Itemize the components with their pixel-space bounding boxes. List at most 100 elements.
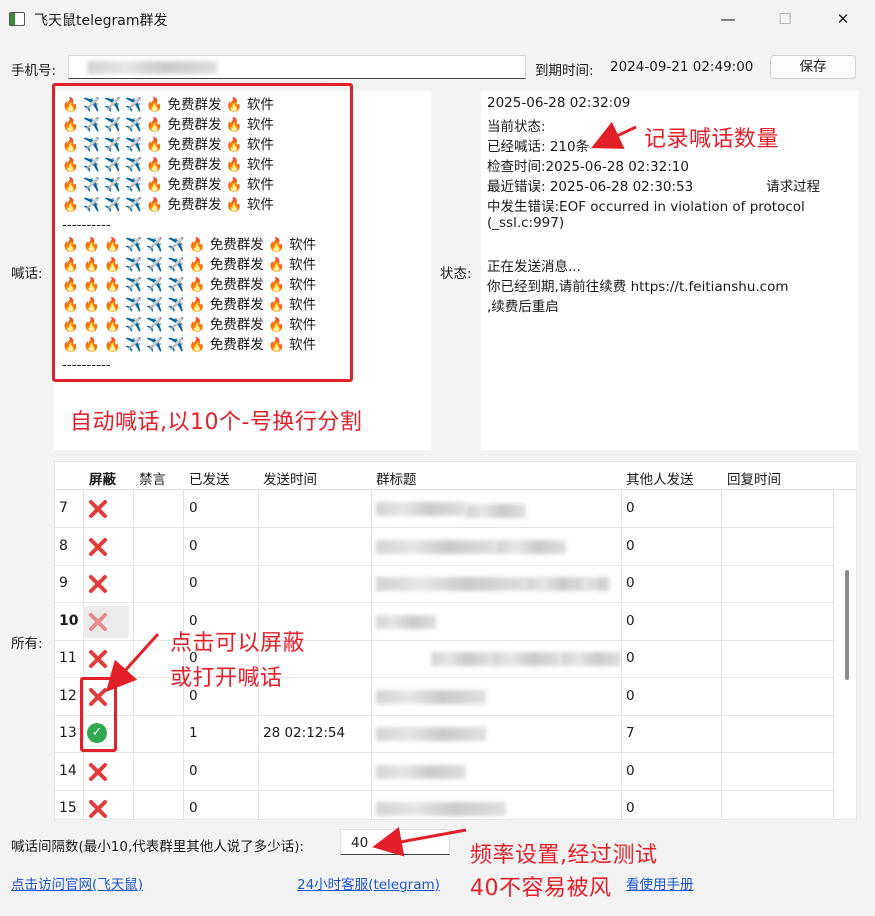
expire-label: 到期时间: [535,63,594,79]
save-button[interactable]: 保存 [770,55,856,79]
header-mute[interactable]: 禁言 [139,468,166,488]
send-time: 28 02:12:54 [263,725,346,741]
redacted-group-title [376,539,496,554]
status-line: 当前状态: [487,119,546,135]
status-line: 正在发送消息... [487,259,581,275]
redacted-group-title [496,539,566,554]
redacted-group-title [586,577,610,591]
annotation-freq-1: 频率设置,经过测试 [470,843,658,868]
row-number: 13 [59,725,77,741]
annotation-freq-2: 40不容易被风 [470,876,612,901]
sent-count: 0 [189,800,198,816]
others-sent: 0 [626,762,635,779]
status-line: 检查时间:2025-06-28 02:32:10 [487,159,689,175]
phone-input[interactable] [68,55,526,79]
redacted-group-title [466,504,526,518]
redacted-group-title [526,577,586,591]
header-send-time[interactable]: 发送时间 [263,468,317,488]
title-bar: 飞天鼠telegram群发 — ☐ ✕ [0,0,875,38]
annotation-box-shout [52,83,353,382]
red-x-icon[interactable] [87,761,109,783]
status-line: ,续费后重启 [487,299,559,315]
redacted-phone [87,61,217,74]
redacted-group-title [376,577,526,591]
others-sent: 0 [626,612,635,629]
annotation-toggle-2: 或打开喊话 [170,666,283,691]
table-row[interactable]: 15 0 0 [55,790,835,819]
red-x-icon[interactable] [87,798,109,819]
interval-label: 喊话间隔数(最小10,代表群里其他人说了多少话): [11,839,305,855]
others-sent: 7 [626,725,635,741]
status-line: (_ssl.c:997) [487,215,565,231]
row-number: 10 [59,612,79,629]
status-line: 最近错误: 2025-06-28 02:30:53 请求过程 [487,179,821,195]
sent-count: 0 [189,500,198,516]
interval-input[interactable]: 40 [340,829,450,855]
maximize-button[interactable]: ☐ [760,0,810,38]
table-label: 所有: [11,636,43,652]
others-sent: 0 [626,687,635,704]
shout-label: 喊话: [11,266,43,282]
status-line: 已经喊话: 210条 [487,139,590,155]
minimize-button[interactable]: — [703,0,753,38]
row-number: 11 [59,650,77,666]
red-x-icon[interactable] [87,498,109,520]
redacted-group-title [431,652,491,666]
red-x-icon[interactable] [87,573,109,595]
sent-count: 1 [189,725,198,741]
others-sent: 0 [626,537,635,554]
table-row[interactable]: 9 0 0 [55,565,835,603]
header-group-title[interactable]: 群标题 [376,468,417,488]
table-row[interactable]: 8 0 0 [55,528,835,566]
manual-link[interactable]: 看使用手册 [626,873,694,893]
redacted-group-title [376,614,436,629]
table-scrollbar[interactable] [845,570,849,680]
redacted-group-title [491,652,561,666]
row-number: 8 [59,537,68,554]
header-sent[interactable]: 已发送 [189,468,230,488]
redacted-group-title [376,764,466,779]
others-sent: 0 [626,575,635,591]
status-line: 2025-06-28 02:32:09 [487,95,631,111]
support-link[interactable]: 24小时客服(telegram) [297,873,440,893]
official-site-link[interactable]: 点击访问官网(飞天鼠) [11,873,143,893]
phone-label: 手机号: [11,63,57,79]
red-x-icon[interactable] [87,611,109,637]
redacted-group-title [376,727,486,741]
app-icon [9,12,25,26]
redacted-group-title [376,689,486,704]
sent-count: 0 [189,575,198,591]
annotation-count: 记录喊话数量 [644,127,780,152]
row-number: 7 [59,500,68,516]
row-number: 14 [59,762,77,779]
header-reply-time[interactable]: 回复时间 [727,468,781,488]
status-line: 你已经到期,请前往续费 https://t.feitianshu.com [487,279,789,295]
redacted-group-title [561,652,621,666]
status-line: 中发生错误:EOF occurred in violation of proto… [487,199,805,215]
others-sent: 0 [626,800,635,816]
header-block[interactable]: 屏蔽 [89,468,116,488]
sent-count: 0 [189,537,198,554]
status-label: 状态: [440,266,472,282]
annotation-auto: 自动喊话,以10个-号换行分割 [70,410,363,435]
table-row[interactable]: 13 ✓ 1 28 02:12:54 7 [55,715,835,753]
table-header: 屏蔽 禁言 已发送 发送时间 群标题 其他人发送 回复时间 [55,462,856,490]
others-sent: 0 [626,650,635,666]
header-others-sent[interactable]: 其他人发送 [626,468,694,488]
annotation-box-toggle [80,677,117,752]
annotation-toggle-1: 点击可以屏蔽 [170,631,306,656]
red-x-icon[interactable] [87,648,109,670]
table-row[interactable]: 14 0 0 [55,753,835,791]
row-number: 15 [59,800,77,816]
block-cell-selected[interactable] [83,605,129,638]
expire-value: 2024-09-21 02:49:00 [610,59,754,75]
table-row[interactable]: 7 0 0 [55,490,835,528]
row-number: 12 [59,687,77,704]
others-sent: 0 [626,500,635,516]
close-button[interactable]: ✕ [818,0,868,38]
redacted-group-title [376,502,466,516]
red-x-icon[interactable] [87,536,109,558]
redacted-group-title [376,802,506,816]
window-title: 飞天鼠telegram群发 [34,13,168,29]
row-number: 9 [59,575,68,591]
